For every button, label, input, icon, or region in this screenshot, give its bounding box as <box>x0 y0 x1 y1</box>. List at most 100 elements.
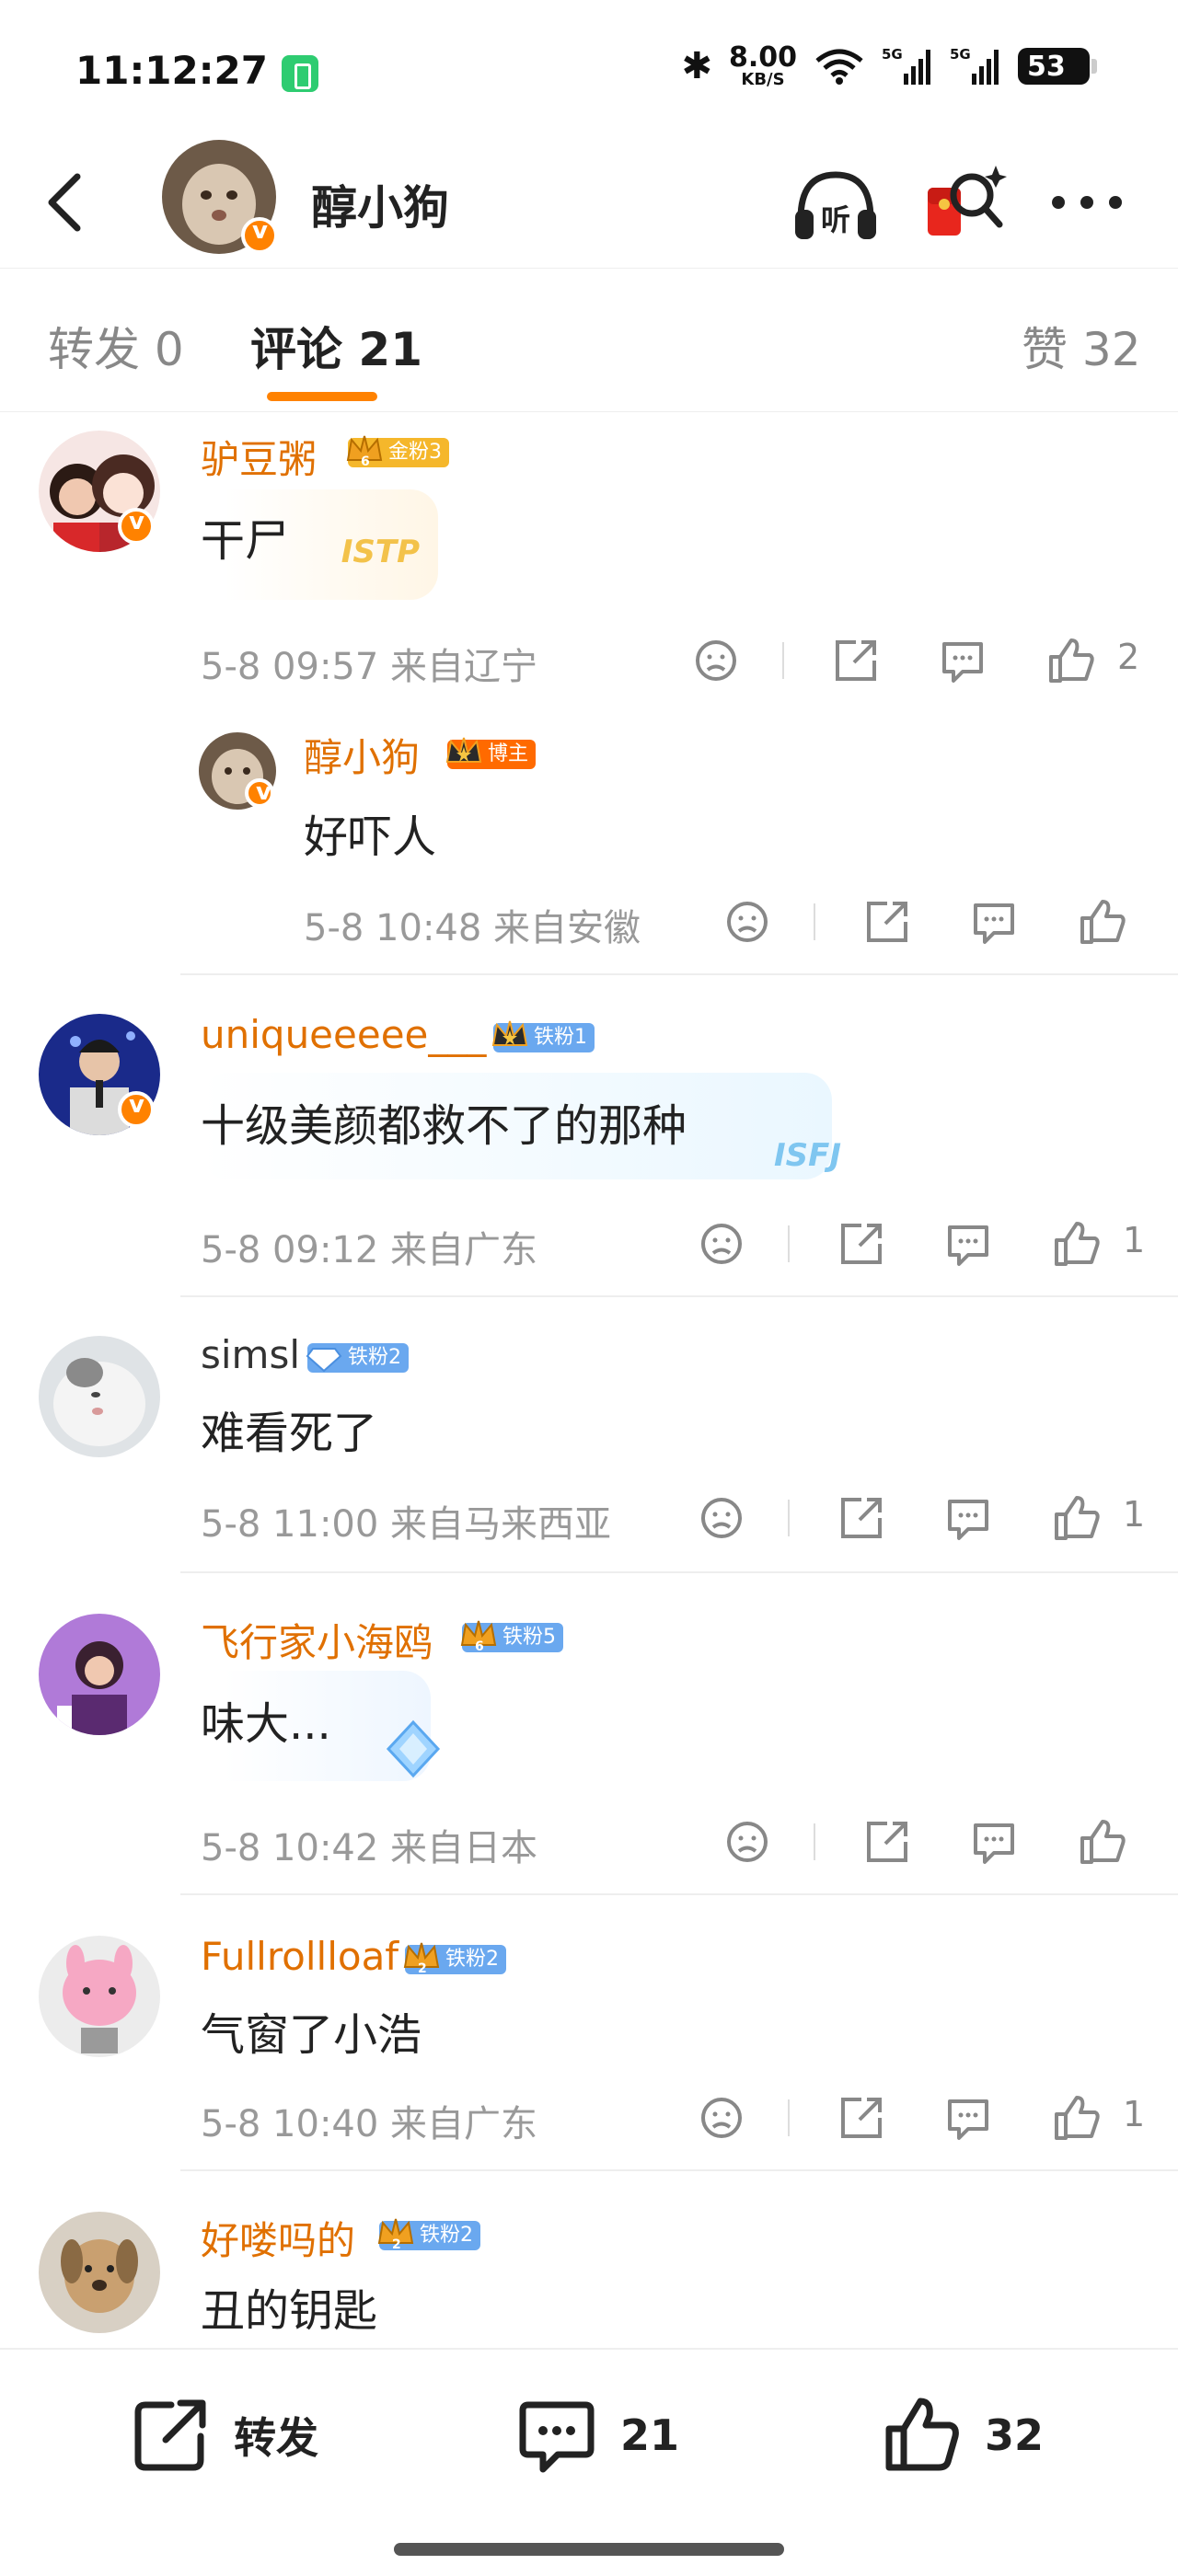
comment-item: uniqueeeee___ 铁粉1 ISFJ 十级美颜都救不了的那种 5-8 0… <box>0 975 1178 1295</box>
author-avatar[interactable] <box>162 140 278 254</box>
reply-actions <box>720 894 1143 949</box>
reply-icon[interactable] <box>966 1814 1022 1869</box>
comment-location: 来自日本 <box>390 1827 538 1869</box>
comment-time: 5-8 10:40 <box>201 2103 379 2145</box>
comment-time: 5-8 09:12 <box>201 1229 379 1271</box>
comment-username[interactable]: simsl <box>201 1332 300 1377</box>
network-speed-unit: KB/S <box>741 70 785 89</box>
like-icon[interactable] <box>1075 1814 1130 1869</box>
reply-icon[interactable] <box>941 1216 996 1271</box>
comment-location: 来自广东 <box>390 1229 538 1271</box>
dislike-icon[interactable] <box>688 633 744 688</box>
share-icon[interactable] <box>858 1814 913 1869</box>
reply-icon[interactable] <box>941 1490 996 1546</box>
comment-username[interactable]: 驴豆粥 <box>201 429 317 485</box>
comment-text: 味大... <box>201 1698 331 1750</box>
back-arrow-icon[interactable] <box>37 166 92 239</box>
fan-badge-label: 铁粉2 <box>445 1948 499 1971</box>
more-dots-icon[interactable] <box>1045 175 1128 230</box>
listen-icon[interactable]: 听 <box>791 162 880 245</box>
like-count: 2 <box>1117 637 1140 677</box>
home-indicator[interactable] <box>394 2543 784 2556</box>
reply-icon[interactable] <box>966 894 1022 949</box>
avatar[interactable] <box>39 1336 160 1457</box>
fan-badge: 6 金粉3 <box>346 435 449 469</box>
battery-icon: 53 <box>1018 48 1097 85</box>
red-packet-search-icon[interactable] <box>922 160 1007 243</box>
like-icon[interactable] <box>1049 1490 1104 1546</box>
comment-username[interactable]: uniqueeeee___ <box>201 1012 486 1057</box>
comment-meta: 5-8 10:40 来自广东 <box>201 2094 537 2147</box>
weibo-comments-page: { "status_bar": { "time": "11:12:27", "n… <box>0 0 1178 2576</box>
comment-actions <box>720 1814 1143 1869</box>
comment-username[interactable]: 飞行家小海鸥 <box>201 1612 433 1668</box>
signal-5g-icon: 5G <box>882 46 930 85</box>
battery-level: 53 <box>1027 50 1066 83</box>
comment-username[interactable]: Fullrollloaf <box>201 1934 398 1979</box>
fan-badge-label: 铁粉2 <box>420 2224 473 2247</box>
tab-repost[interactable]: 转发 0 <box>48 313 184 379</box>
like-button[interactable]: 32 <box>880 2394 1044 2477</box>
bottom-action-bar: 转发 21 32 <box>0 2348 1178 2576</box>
share-icon[interactable] <box>832 1216 887 1271</box>
crown-icon <box>491 1020 528 1046</box>
comment-button[interactable]: 21 <box>515 2394 679 2477</box>
network-speed: 8.00 KB/S <box>729 44 797 88</box>
share-icon[interactable] <box>858 894 913 949</box>
like-icon[interactable] <box>1075 894 1130 949</box>
comment-meta: 5-8 09:12 来自广东 <box>201 1220 537 1273</box>
fan-badge-label: 金粉3 <box>388 441 442 464</box>
signal-2-label: 5G <box>950 46 971 63</box>
dislike-icon[interactable] <box>694 1216 749 1271</box>
card-tag: ISTP <box>341 534 420 570</box>
fan-badge: 铁粉2 <box>306 1343 409 1373</box>
comment-text: 气窗了小浩 <box>201 2009 422 2061</box>
dislike-icon[interactable] <box>720 894 775 949</box>
repost-button[interactable]: 转发 <box>129 2394 318 2477</box>
avatar[interactable] <box>39 2212 160 2333</box>
tab-comments[interactable]: 评论 21 <box>250 313 422 379</box>
like-icon[interactable] <box>1049 2090 1104 2145</box>
diamond-icon <box>306 1348 342 1373</box>
badge-level: 2 <box>418 1961 427 1976</box>
comment-item: Fullrollloaf 2 铁粉2 气窗了小浩 5-8 10:40 来自广东 … <box>0 1895 1178 2171</box>
comment-actions: 1 <box>694 1216 1154 1271</box>
share-icon[interactable] <box>832 1490 887 1546</box>
like-icon[interactable] <box>1049 1216 1104 1271</box>
fan-badge: 铁粉1 <box>491 1020 595 1052</box>
comment-actions: 2 <box>688 633 1149 688</box>
share-icon[interactable] <box>832 2090 887 2145</box>
like-icon[interactable] <box>1044 633 1099 688</box>
crown-icon: 2 <box>403 1942 440 1976</box>
share-icon[interactable] <box>826 633 882 688</box>
dislike-icon[interactable] <box>694 2090 749 2145</box>
comment-item: 飞行家小海鸥 6 铁粉5 味大... 5-8 10:42 来自日本 <box>0 1573 1178 1895</box>
comment-icon <box>519 2401 595 2473</box>
repost-icon <box>134 2399 206 2471</box>
dislike-icon[interactable] <box>720 1814 775 1869</box>
reply-icon[interactable] <box>935 633 990 688</box>
fan-badge: 6 铁粉5 <box>460 1620 563 1654</box>
comment-time: 5-8 10:42 <box>201 1827 379 1869</box>
dislike-icon[interactable] <box>694 1490 749 1546</box>
tab-likes[interactable]: 赞 32 <box>1022 313 1141 379</box>
reply-text: 好吓人 <box>304 811 437 863</box>
comment-text: 十级美颜都救不了的那种 <box>201 1100 687 1152</box>
comment-actions: 1 <box>694 1490 1154 1546</box>
tab-bar: 转发 0 评论 21 赞 32 <box>0 269 1178 412</box>
comment-count: 21 <box>620 2410 680 2460</box>
crown-icon: 6 <box>460 1620 497 1654</box>
comment-item: 好喽吗的 2 铁粉2 丑的钥匙 <box>0 2171 1178 2348</box>
comment-username[interactable]: 好喽吗的 <box>201 2210 355 2266</box>
avatar[interactable] <box>39 1936 160 2057</box>
reply-icon[interactable] <box>941 2090 996 2145</box>
repost-label: 转发 <box>234 2413 318 2463</box>
avatar[interactable] <box>39 1614 160 1735</box>
reply-username[interactable]: 醇小狗 <box>304 727 420 783</box>
like-count: 1 <box>1123 1494 1146 1535</box>
like-count: 32 <box>985 2410 1045 2460</box>
card-tag: ISFJ <box>773 1137 841 1174</box>
verified-badge-icon <box>241 217 278 254</box>
host-badge: 博主 <box>445 737 537 769</box>
fan-badge: 2 铁粉2 <box>403 1942 506 1976</box>
